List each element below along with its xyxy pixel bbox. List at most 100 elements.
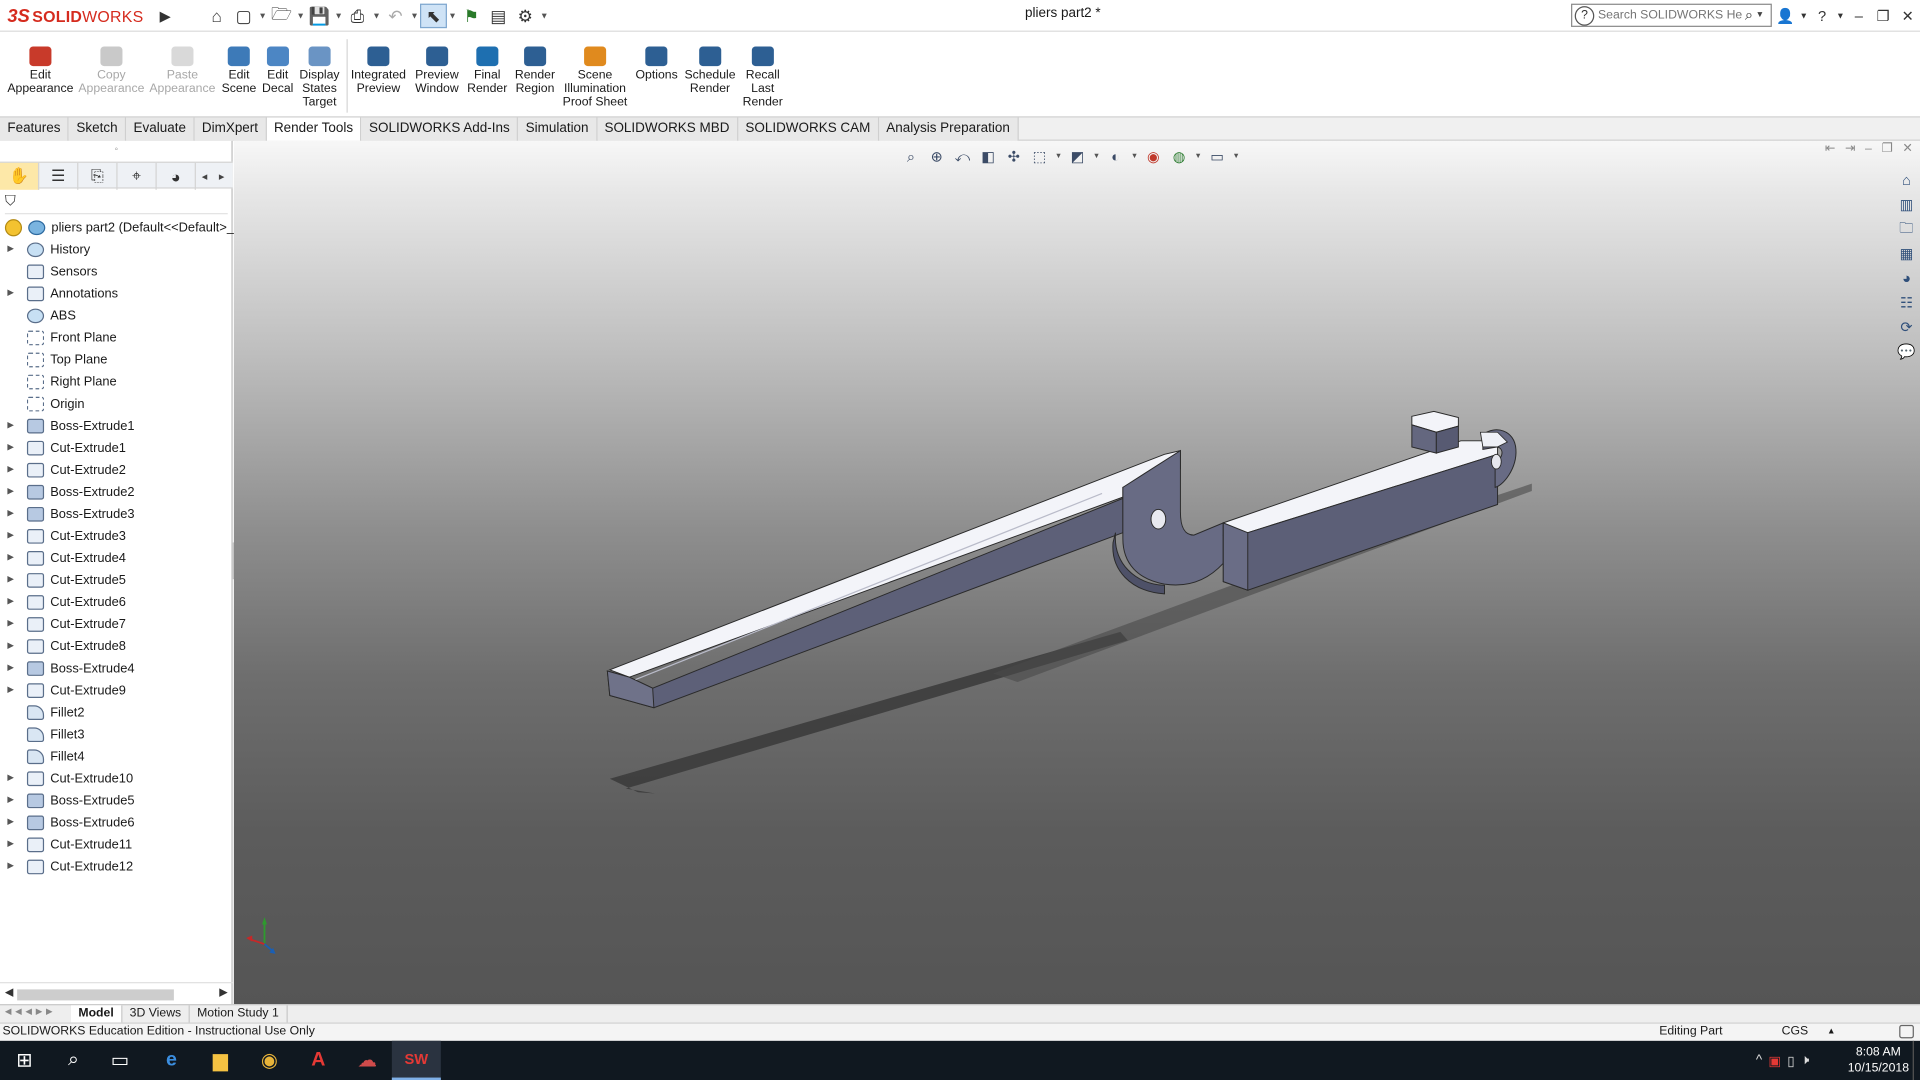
tree-item-history[interactable]: ▶ History <box>0 239 233 261</box>
show-desktop-button[interactable] <box>1912 1040 1920 1080</box>
tab-render-tools[interactable]: Render Tools <box>266 117 362 141</box>
configuration-manager-tab-icon[interactable]: ⎘ <box>78 162 118 190</box>
tree-item-abs[interactable]: ABS <box>0 305 233 327</box>
start-icon[interactable]: ⊞ <box>0 1041 49 1080</box>
display-manager-tab-icon[interactable]: ◕ <box>157 162 196 190</box>
expand-arrow-icon[interactable]: ▶ <box>7 636 17 658</box>
tree-item-fillet4[interactable]: Fillet4 <box>0 746 233 768</box>
tree-filter-icon[interactable]: ⛉ <box>4 192 228 215</box>
tree-item-fillet2[interactable]: Fillet2 <box>0 702 233 724</box>
expand-arrow-icon[interactable]: ▶ <box>7 525 17 547</box>
tree-item-cut-extrude2[interactable]: ▶ Cut-Extrude2 <box>0 459 233 481</box>
volume-icon[interactable]: 🕨 <box>1801 1052 1809 1068</box>
tab-analysis-preparation[interactable]: Analysis Preparation <box>878 117 1019 141</box>
expand-arrow-icon[interactable]: ▶ <box>7 768 17 790</box>
pliers-part-model[interactable] <box>234 141 1920 1005</box>
paste-appearance-button[interactable]: Paste Appearance <box>149 46 215 96</box>
expand-arrow-icon[interactable]: ▶ <box>7 569 17 591</box>
edit-scene-button[interactable]: Edit Scene <box>222 46 256 96</box>
bottom-tab-nav-icons[interactable]: ◀◀◀▶▶ <box>0 1006 71 1022</box>
tabs-right-arrow-icon[interactable]: ▸ <box>213 163 230 190</box>
tab-dimxpert[interactable]: DimXpert <box>194 117 267 141</box>
expand-arrow-icon[interactable]: ▶ <box>7 283 17 305</box>
task-view-icon[interactable]: ▭ <box>96 1041 145 1080</box>
copy-appearance-button[interactable]: Copy Appearance <box>78 46 144 96</box>
bottom-tab-3d-views[interactable]: 3D Views <box>122 1005 190 1023</box>
expand-arrow-icon[interactable]: ▶ <box>7 613 17 635</box>
edge-icon[interactable]: e <box>147 1041 196 1080</box>
expand-arrow-icon[interactable]: ▶ <box>7 547 17 569</box>
tree-item-boss-extrude6[interactable]: ▶ Boss-Extrude6 <box>0 812 233 834</box>
scroll-right-icon[interactable]: ▶ <box>219 986 227 999</box>
expand-arrow-icon[interactable]: ▶ <box>7 812 17 834</box>
expand-arrow-icon[interactable]: ▶ <box>7 437 17 459</box>
tray-app-icon[interactable]: ▣ <box>1768 1052 1781 1069</box>
render-region-button[interactable]: Render Region <box>515 46 555 96</box>
expand-arrow-icon[interactable]: ▶ <box>7 459 17 481</box>
tab-sketch[interactable]: Sketch <box>69 117 127 141</box>
tree-item-cut-extrude12[interactable]: ▶ Cut-Extrude12 <box>0 856 233 878</box>
chrome-icon[interactable]: ◉ <box>245 1041 294 1080</box>
search-dropdown-icon[interactable]: ▼ <box>1756 11 1764 20</box>
tab-solidworks-cam[interactable]: SOLIDWORKS CAM <box>738 117 879 141</box>
tab-solidworks-mbd[interactable]: SOLIDWORKS MBD <box>597 117 739 141</box>
expand-arrow-icon[interactable]: ▶ <box>7 680 17 702</box>
unit-system-selector[interactable]: CGS <box>1782 1024 1809 1041</box>
scene-illumination-button[interactable]: Scene Illumination Proof Sheet <box>563 46 627 109</box>
user-icon[interactable]: 👤 <box>1773 7 1797 24</box>
acrobat-icon[interactable]: A <box>294 1041 343 1080</box>
tree-horizontal-scrollbar[interactable]: ◀ ▶ <box>0 982 233 1004</box>
tree-root-part[interactable]: pliers part2 (Default<<Default>_D <box>0 217 243 239</box>
app-icon[interactable]: ☁ <box>343 1041 392 1080</box>
tree-item-boss-extrude5[interactable]: ▶ Boss-Extrude5 <box>0 790 233 812</box>
panel-grip[interactable]: ◦ <box>0 141 233 159</box>
expand-arrow-icon[interactable]: ▶ <box>7 415 17 437</box>
tray-expand-icon[interactable]: ^ <box>1756 1053 1762 1068</box>
tab-evaluate[interactable]: Evaluate <box>126 117 195 141</box>
restore-button[interactable]: ❐ <box>1871 7 1895 24</box>
minimize-button[interactable]: – <box>1847 7 1871 24</box>
property-manager-tab-icon[interactable]: ☰ <box>39 162 79 190</box>
tab-solidworks-add-ins[interactable]: SOLIDWORKS Add-Ins <box>361 117 519 141</box>
options-button[interactable]: Options <box>636 46 678 82</box>
expand-arrow-icon[interactable]: ▶ <box>7 591 17 613</box>
bottom-tab-model[interactable]: Model <box>71 1005 123 1023</box>
tree-item-right-plane[interactable]: Right Plane <box>0 371 233 393</box>
tree-item-cut-extrude6[interactable]: ▶ Cut-Extrude6 <box>0 591 233 613</box>
solidworks-icon[interactable]: SW <box>391 1040 441 1080</box>
expand-arrow-icon[interactable]: ▶ <box>7 834 17 856</box>
tree-item-fillet3[interactable]: Fillet3 <box>0 724 233 746</box>
scroll-left-icon[interactable]: ◀ <box>5 986 13 999</box>
tree-item-boss-extrude1[interactable]: ▶ Boss-Extrude1 <box>0 415 233 437</box>
dimxpert-manager-tab-icon[interactable]: ⌖ <box>118 162 157 190</box>
help-question-icon[interactable]: ? <box>1810 7 1834 24</box>
expand-arrow-icon[interactable]: ▶ <box>7 239 17 261</box>
tree-item-front-plane[interactable]: Front Plane <box>0 327 233 349</box>
expand-arrow-icon[interactable]: ▶ <box>7 658 17 680</box>
tab-features[interactable]: Features <box>0 117 70 141</box>
expand-arrow-icon[interactable]: ▶ <box>7 503 17 525</box>
integrated-preview-button[interactable]: Integrated Preview <box>351 46 406 96</box>
search-input[interactable] <box>1597 8 1743 23</box>
final-render-button[interactable]: Final Render <box>467 46 507 96</box>
tree-item-cut-extrude1[interactable]: ▶ Cut-Extrude1 <box>0 437 233 459</box>
tabs-left-arrow-icon[interactable]: ◂ <box>196 163 213 190</box>
schedule-render-button[interactable]: Schedule Render <box>684 46 736 96</box>
recall-last-render-button[interactable]: Recall Last Render <box>743 46 783 109</box>
tree-item-boss-extrude3[interactable]: ▶ Boss-Extrude3 <box>0 503 233 525</box>
quick-tips-icon[interactable] <box>1899 1024 1914 1039</box>
search-icon[interactable]: ⌕ <box>49 1041 98 1080</box>
tree-item-boss-extrude2[interactable]: ▶ Boss-Extrude2 <box>0 481 233 503</box>
tree-item-origin[interactable]: Origin <box>0 393 233 415</box>
expand-arrow-icon[interactable]: ▶ <box>7 856 17 878</box>
bottom-tab-motion-study-1[interactable]: Motion Study 1 <box>190 1005 288 1023</box>
tree-item-cut-extrude3[interactable]: ▶ Cut-Extrude3 <box>0 525 233 547</box>
tree-item-top-plane[interactable]: Top Plane <box>0 349 233 371</box>
edit-decal-button[interactable]: Edit Decal <box>262 46 293 96</box>
search-help-box[interactable]: ? ⌕ ▼ <box>1571 3 1772 27</box>
help-dropdown-icon[interactable]: ▼ <box>1834 12 1846 21</box>
tree-item-cut-extrude5[interactable]: ▶ Cut-Extrude5 <box>0 569 233 591</box>
tree-item-cut-extrude11[interactable]: ▶ Cut-Extrude11 <box>0 834 233 856</box>
search-icon[interactable]: ⌕ <box>1745 6 1753 24</box>
tab-simulation[interactable]: Simulation <box>518 117 598 141</box>
